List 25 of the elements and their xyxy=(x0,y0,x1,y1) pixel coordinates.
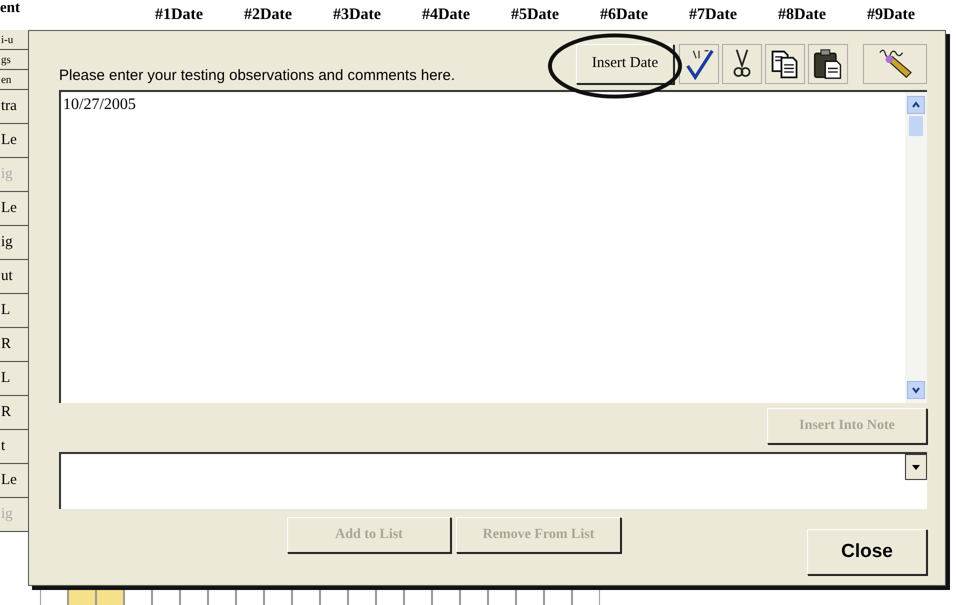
column-header: #5Date xyxy=(511,6,560,24)
column-header: #9Date xyxy=(867,6,916,24)
column-header: #4Date xyxy=(422,6,471,24)
prompt-text: Please enter your testing observations and comments here. xyxy=(59,66,456,84)
column-header: #7Date xyxy=(689,6,738,24)
copy-button[interactable] xyxy=(765,44,805,84)
comment-dropdown[interactable] xyxy=(59,452,927,509)
column-header: #2Date xyxy=(244,6,293,24)
spellcheck-button[interactable] xyxy=(679,44,719,84)
scroll-thumb[interactable] xyxy=(909,116,923,136)
scroll-down-icon[interactable] xyxy=(907,381,925,400)
signature-button[interactable] xyxy=(863,44,927,84)
column-header: ent xyxy=(0,0,21,16)
column-header: #8Date xyxy=(778,6,827,24)
scrollbar[interactable] xyxy=(905,92,927,404)
close-button[interactable]: Close xyxy=(807,529,927,575)
paste-icon xyxy=(812,48,844,80)
scroll-up-icon[interactable] xyxy=(907,96,925,114)
column-header: #6Date xyxy=(600,6,649,24)
paste-button[interactable] xyxy=(808,44,848,84)
scissors-icon xyxy=(731,48,753,80)
column-header: #3Date xyxy=(333,6,382,24)
column-header: #1Date xyxy=(155,6,204,24)
cut-button[interactable] xyxy=(722,44,762,84)
insert-date-button[interactable]: Insert Date xyxy=(576,44,674,84)
